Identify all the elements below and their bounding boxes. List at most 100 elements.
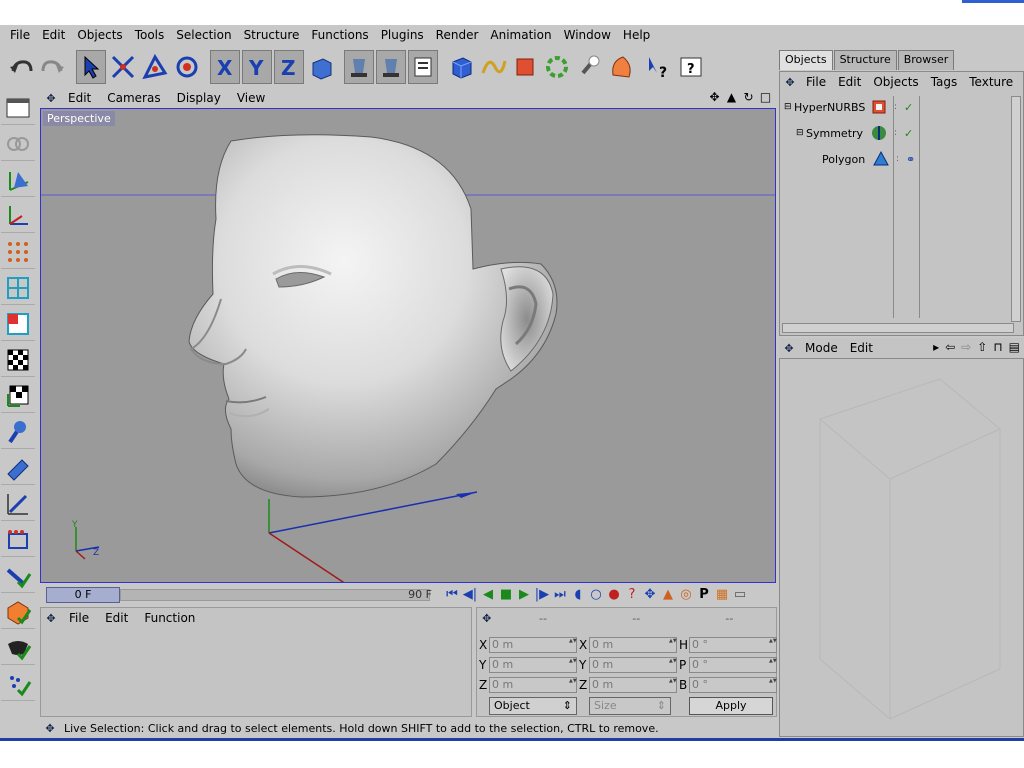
material-menu-edit[interactable]: Edit — [97, 611, 136, 625]
menu-edit[interactable]: Edit — [36, 25, 71, 45]
texture-mode-icon[interactable] — [1, 343, 35, 377]
render-view-icon[interactable] — [344, 50, 374, 84]
collapse-icon[interactable]: ⊟ — [796, 128, 806, 138]
visibility-dots-icon[interactable]: : — [894, 128, 904, 138]
viewport-menu-edit[interactable]: Edit — [60, 91, 99, 105]
points-mode-icon[interactable] — [1, 235, 35, 269]
layout-key-icon[interactable]: ▭ — [732, 586, 748, 603]
enabled-check-icon[interactable]: ✓ — [904, 127, 916, 140]
goto-start-icon[interactable]: ⏮ — [444, 586, 460, 603]
menu-help[interactable]: Help — [617, 25, 656, 45]
enable-snap-icon[interactable] — [1, 595, 35, 629]
enable-axis-icon[interactable] — [1, 559, 35, 593]
solo-icon[interactable] — [1, 631, 35, 665]
redo-icon[interactable] — [38, 50, 68, 84]
brush-icon[interactable] — [1, 487, 35, 521]
zoom-view-icon[interactable]: ▲ — [724, 90, 739, 105]
render-region-icon[interactable] — [376, 50, 406, 84]
viewport-menu-display[interactable]: Display — [169, 91, 229, 105]
undo-icon[interactable] — [6, 50, 36, 84]
point-level-icon[interactable]: ▦ — [714, 586, 730, 603]
spline-icon[interactable] — [478, 50, 508, 84]
menu-window[interactable]: Window — [558, 25, 617, 45]
viewport-menu-cameras[interactable]: Cameras — [99, 91, 168, 105]
info-icon[interactable]: ? — [676, 50, 706, 84]
apply-button[interactable]: Apply — [689, 697, 773, 715]
nurbs-icon[interactable] — [510, 50, 540, 84]
goto-end-icon[interactable]: ⏭ — [552, 586, 568, 603]
visibility-dots-icon[interactable]: : — [894, 102, 904, 112]
tab-objects[interactable]: Objects — [779, 50, 833, 70]
collapse-icon[interactable]: ⊟ — [784, 102, 794, 112]
tab-structure[interactable]: Structure — [833, 50, 897, 70]
object-menu-tags[interactable]: Tags — [925, 75, 964, 89]
menu-file[interactable]: File — [4, 25, 36, 45]
x-axis-lock-icon[interactable]: X — [210, 50, 240, 84]
menu-plugins[interactable]: Plugins — [375, 25, 430, 45]
pin-icon[interactable]: ✥ — [40, 722, 60, 735]
up-icon[interactable]: ⇧ — [977, 340, 987, 354]
magnet-icon[interactable] — [1, 451, 35, 485]
parameter-key-icon[interactable]: P — [696, 586, 712, 603]
object-menu-objects[interactable]: Objects — [867, 75, 924, 89]
y-axis-lock-icon[interactable]: Y — [242, 50, 272, 84]
menu-objects[interactable]: Objects — [71, 25, 128, 45]
paint-icon[interactable] — [1, 667, 35, 701]
tab-browser[interactable]: Browser — [897, 50, 955, 70]
next-key-icon[interactable]: |▶ — [534, 586, 550, 603]
coordinate-mode-select[interactable]: Object ⇕ — [489, 697, 577, 715]
attribute-menu-edit[interactable]: Edit — [844, 341, 879, 355]
size-mode-select[interactable]: Size ⇕ — [589, 697, 671, 715]
position-y-field[interactable]: 0 m — [489, 657, 577, 673]
menu-render[interactable]: Render — [430, 25, 485, 45]
tree-item-polygon[interactable]: Polygon : ⚭ — [822, 148, 924, 170]
object-menu-edit[interactable]: Edit — [832, 75, 867, 89]
perspective-viewport[interactable]: Y Z Perspective — [40, 108, 776, 583]
lock-icon[interactable]: ⊓ — [993, 340, 1002, 354]
edges-mode-icon[interactable] — [1, 271, 35, 305]
move-view-icon[interactable]: ✥ — [707, 90, 722, 105]
array-icon[interactable] — [1, 523, 35, 557]
key-help-icon[interactable]: ? — [624, 586, 640, 603]
move-icon[interactable] — [108, 50, 138, 84]
play-backward-icon[interactable]: ◀ — [480, 586, 496, 603]
texture-axis-icon[interactable] — [1, 379, 35, 413]
rotation-h-field[interactable]: 0 ° — [689, 637, 777, 653]
enabled-check-icon[interactable]: ✓ — [904, 101, 916, 114]
size-x-field[interactable]: 0 m — [589, 637, 677, 653]
current-frame-field[interactable]: 0 F — [46, 587, 120, 603]
object-horizontal-scrollbar[interactable] — [782, 323, 1014, 333]
pin-icon[interactable]: ✥ — [42, 92, 60, 105]
menu-animation[interactable]: Animation — [484, 25, 557, 45]
tree-item-symmetry[interactable]: ⊟ Symmetry : ✓ — [796, 122, 916, 144]
live-selection-icon[interactable] — [76, 50, 106, 84]
object-vertical-scrollbar[interactable] — [1011, 96, 1021, 322]
rotate-icon[interactable] — [172, 50, 202, 84]
size-y-field[interactable]: 0 m — [589, 657, 677, 673]
rotation-b-field[interactable]: 0 ° — [689, 677, 777, 693]
position-x-field[interactable]: 0 m — [489, 637, 577, 653]
visibility-dots-icon[interactable]: : — [896, 154, 906, 164]
object-menu-texture[interactable]: Texture — [963, 75, 1019, 89]
pin-icon[interactable]: ✥ — [779, 342, 799, 355]
model-axis-icon[interactable] — [1, 163, 35, 197]
object-axis-icon[interactable] — [1, 199, 35, 233]
maximize-view-icon[interactable]: □ — [758, 90, 773, 105]
light-icon[interactable] — [574, 50, 604, 84]
rotation-key-icon[interactable]: ◎ — [678, 586, 694, 603]
phong-tag-icon[interactable]: ⚭ — [906, 153, 924, 166]
z-axis-lock-icon[interactable]: Z — [274, 50, 304, 84]
size-z-field[interactable]: 0 m — [589, 677, 677, 693]
material-menu-file[interactable]: File — [61, 611, 97, 625]
tree-item-hypernurbs[interactable]: ⊟ HyperNURBS : ✓ — [784, 96, 916, 118]
menu-tools[interactable]: Tools — [129, 25, 171, 45]
play-forward-icon[interactable]: ▶ — [516, 586, 532, 603]
pin-icon[interactable]: ✥ — [41, 612, 61, 625]
position-z-field[interactable]: 0 m — [489, 677, 577, 693]
cube-primitive-icon[interactable] — [446, 50, 476, 84]
rotation-p-field[interactable]: 0 ° — [689, 657, 777, 673]
polygons-mode-icon[interactable] — [1, 307, 35, 341]
menu-structure[interactable]: Structure — [238, 25, 306, 45]
play-icon[interactable]: ▸ — [933, 340, 939, 354]
record-icon[interactable]: ○ — [588, 586, 604, 603]
